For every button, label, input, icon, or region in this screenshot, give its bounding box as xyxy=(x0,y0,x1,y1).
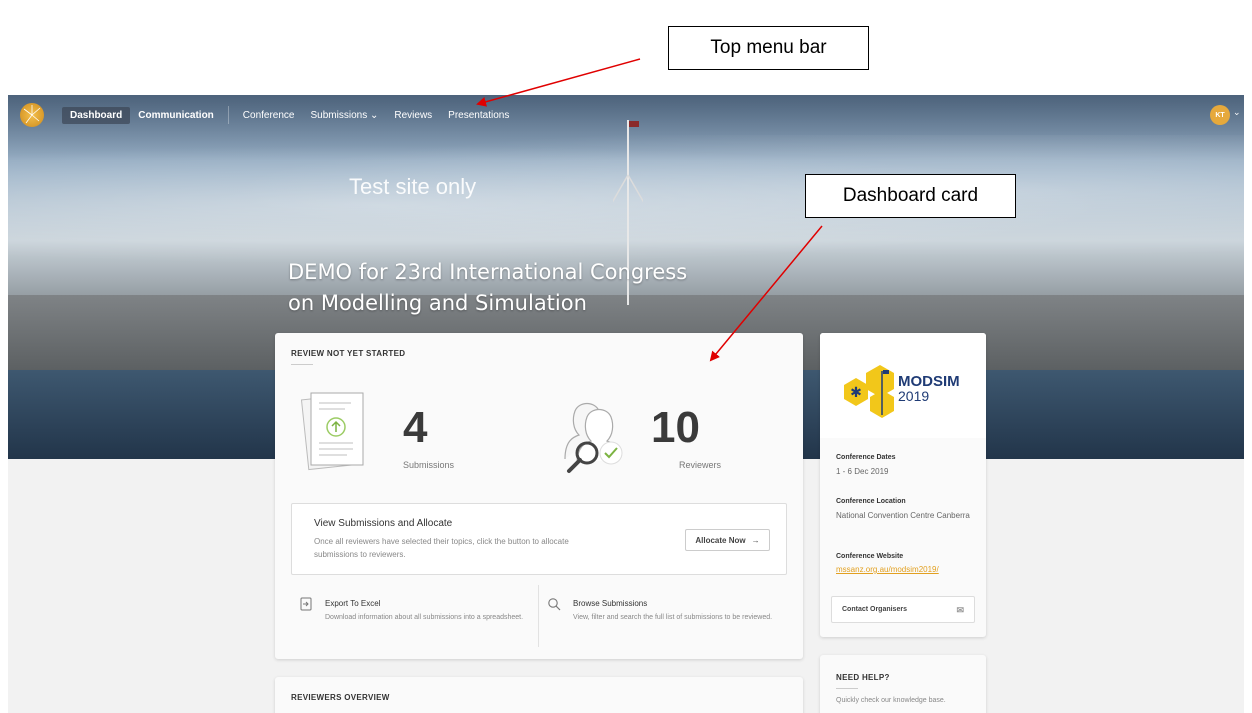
nav-reviews[interactable]: Reviews xyxy=(386,107,440,124)
browse-title: Browse Submissions xyxy=(573,599,648,608)
conference-logo: ✱ MODSIM 2019 xyxy=(820,333,986,438)
card-title: REVIEWERS OVERVIEW xyxy=(291,693,390,702)
svg-text:✱: ✱ xyxy=(850,385,862,401)
nav-dashboard[interactable]: Dashboard xyxy=(62,107,131,124)
main-nav: Dashboard Communication Conference Submi… xyxy=(62,106,517,124)
help-text: Quickly check our knowledge base. xyxy=(836,697,946,704)
location-label: Conference Location xyxy=(836,498,906,505)
submissions-count: 4 xyxy=(403,403,428,452)
chevron-down-icon[interactable]: ⌄ xyxy=(1233,107,1241,118)
nav-presentations[interactable]: Presentations xyxy=(440,107,517,124)
search-icon xyxy=(548,598,561,611)
contact-organisers-label: Contact Organisers xyxy=(842,606,907,613)
help-title: NEED HELP? xyxy=(836,673,890,682)
modsim-logo-icon: ✱ MODSIM 2019 xyxy=(844,365,960,418)
mail-icon: ✉ xyxy=(956,605,964,615)
actions-divider xyxy=(538,585,539,647)
dates-label: Conference Dates xyxy=(836,454,896,461)
browse-description: View, filter and search the full list of… xyxy=(573,614,773,621)
arrow-right-icon: → xyxy=(751,535,760,545)
nav-divider xyxy=(227,106,229,124)
export-title: Export To Excel xyxy=(325,599,381,608)
submissions-label: Submissions xyxy=(403,460,455,470)
reviewers-search-icon xyxy=(564,402,623,473)
contact-organisers-button[interactable]: Contact Organisers ✉ xyxy=(831,596,975,623)
nav-communication[interactable]: Communication xyxy=(130,107,222,124)
allocate-panel: View Submissions and Allocate Once all r… xyxy=(291,503,787,575)
top-menu-bar: Dashboard Communication Conference Submi… xyxy=(8,95,1244,135)
nav-submissions[interactable]: Submissions ⌄ xyxy=(303,107,387,124)
nav-submissions-label: Submissions xyxy=(310,110,368,121)
allocate-description: Once all reviewers have selected their t… xyxy=(314,537,569,559)
allocate-now-button[interactable]: Allocate Now → xyxy=(685,529,770,551)
website-link[interactable]: mssanz.org.au/modsim2019/ xyxy=(836,565,939,574)
allocate-now-label: Allocate Now xyxy=(695,535,746,545)
dates-value: 1 - 6 Dec 2019 xyxy=(836,467,889,476)
conference-dates: Conference Dates 1 - 6 Dec 2019 xyxy=(836,454,976,477)
test-site-watermark: Test site only xyxy=(349,174,477,199)
help-panel: NEED HELP? Quickly check our knowledge b… xyxy=(820,655,986,713)
reviewers-count: 10 xyxy=(651,403,700,452)
card-title: REVIEW NOT YET STARTED xyxy=(291,349,406,358)
page-title: DEMO for 23rd International Congress on … xyxy=(288,260,688,315)
reviewers-label: Reviewers xyxy=(679,460,722,470)
location-value: National Convention Centre Canberra xyxy=(836,511,970,520)
dashboard-card-callout: Dashboard card xyxy=(805,174,1016,218)
nav-conference[interactable]: Conference xyxy=(235,107,303,124)
user-avatar[interactable]: KT xyxy=(1210,105,1230,125)
export-description: Download information about all submissio… xyxy=(325,614,524,621)
page: Dashboard Communication Conference Submi… xyxy=(0,0,1252,713)
title-underline xyxy=(291,364,313,365)
export-icon xyxy=(300,597,312,611)
chevron-down-icon: ⌄ xyxy=(369,110,379,121)
logo-icon xyxy=(23,105,41,124)
app-screenshot: Dashboard Communication Conference Submi… xyxy=(8,95,1244,713)
document-upload-icon xyxy=(301,392,364,471)
logo-year: 2019 xyxy=(898,388,929,404)
top-menu-bar-callout: Top menu bar xyxy=(668,26,869,70)
app-logo[interactable] xyxy=(20,103,44,127)
conference-info-panel: ✱ MODSIM 2019 Conference Dates 1 - 6 Dec… xyxy=(820,333,986,637)
review-dashboard-card: REVIEW NOT YET STARTED 4 Submissions 10 … xyxy=(275,333,803,659)
conference-location: Conference Location National Convention … xyxy=(836,498,976,521)
reviewers-overview-card: REVIEWERS OVERVIEW xyxy=(275,677,803,713)
website-label: Conference Website xyxy=(836,553,904,560)
allocate-title: View Submissions and Allocate xyxy=(314,518,453,529)
conference-website: Conference Website mssanz.org.au/modsim2… xyxy=(836,553,939,574)
title-underline xyxy=(836,688,858,689)
